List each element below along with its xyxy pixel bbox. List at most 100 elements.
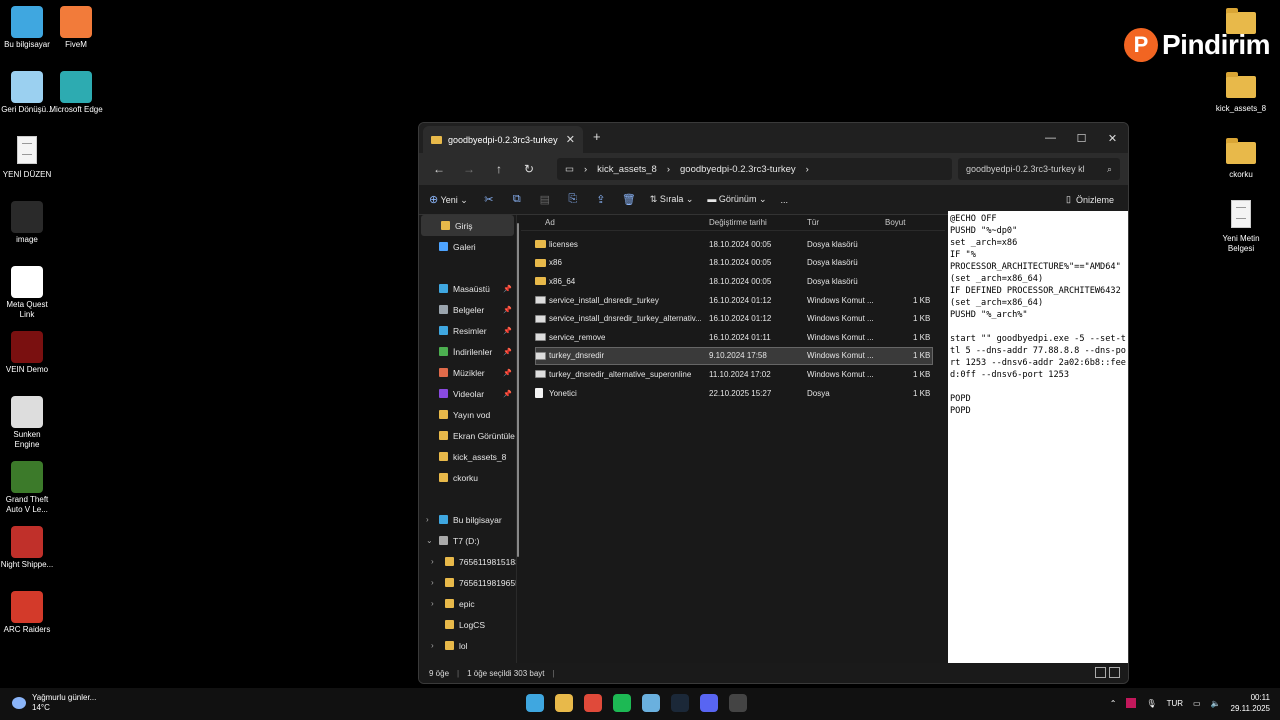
sidebar-item[interactable]: › lol: [419, 635, 516, 656]
column-size[interactable]: Boyut: [885, 218, 905, 227]
preview-pane-button[interactable]: ▯ Önizleme: [1066, 194, 1114, 205]
pin-icon[interactable]: 📌: [503, 306, 512, 314]
pin-icon[interactable]: 📌: [503, 390, 512, 398]
chevron-icon[interactable]: ›: [431, 578, 434, 587]
sidebar-item[interactable]: kick_assets_8: [419, 446, 516, 467]
file-row[interactable]: service_remove 16.10.2024 01:11 Windows Ko…: [521, 328, 945, 347]
search-input[interactable]: goodbyedpi-0.2.3rc3-turkey kl ⌕: [958, 158, 1120, 180]
discord-icon[interactable]: [700, 694, 718, 712]
back-button[interactable]: ←: [427, 162, 451, 176]
start-icon[interactable]: [526, 694, 544, 712]
file-row[interactable]: x86 18.10.2024 00:05 Dosya klasörü: [521, 254, 945, 273]
settings-app-icon[interactable]: [642, 694, 660, 712]
sidebar-item[interactable]: LogCS: [419, 614, 516, 635]
refresh-button[interactable]: ↻: [517, 162, 541, 176]
desktop-shortcut[interactable]: Geri Dönüşü...: [0, 71, 54, 115]
desktop-shortcut[interactable]: Grand Theft Auto V Le...: [0, 461, 54, 515]
file-row[interactable]: service_install_dnsredir_turkey 16.10.202…: [521, 291, 945, 310]
desktop-shortcut[interactable]: ARC Raiders: [0, 591, 54, 635]
sidebar-item[interactable]: ckorku: [419, 467, 516, 488]
chevron-icon[interactable]: ›: [431, 599, 434, 608]
chevron-icon[interactable]: ›: [431, 557, 434, 566]
sidebar-item[interactable]: Galeri: [419, 236, 516, 257]
delete-icon[interactable]: 🗑: [622, 193, 636, 206]
pin-icon[interactable]: 📌: [503, 327, 512, 335]
weather-widget[interactable]: Yağmurlu günler... 14°C: [12, 693, 96, 713]
file-explorer-icon[interactable]: [555, 694, 573, 712]
microphone-icon[interactable]: 🎙: [1146, 699, 1156, 708]
tab-current[interactable]: goodbyedpi-0.2.3rc3-turkey ✕: [423, 126, 583, 153]
sidebar-item[interactable]: Videolar 📌: [419, 383, 516, 404]
column-type[interactable]: Tür: [807, 218, 819, 227]
clock[interactable]: 00:11 29.11.2025: [1231, 692, 1270, 714]
copy-icon[interactable]: ⧉: [510, 193, 524, 206]
close-tab-icon[interactable]: ✕: [566, 133, 575, 146]
column-date[interactable]: Değiştirme tarihi: [709, 218, 767, 227]
network-icon[interactable]: ▭: [1193, 699, 1201, 708]
file-row[interactable]: x86_64 18.10.2024 00:05 Dosya klasörü: [521, 272, 945, 291]
chevron-up-icon[interactable]: ⌃: [1110, 699, 1117, 708]
desktop-shortcut[interactable]: Bu bilgisayar: [0, 6, 54, 50]
file-row[interactable]: turkey_dnsredir_alternative_superonline 1…: [521, 365, 945, 384]
column-name[interactable]: Ad: [545, 218, 555, 227]
more-options-button[interactable]: ...: [781, 195, 789, 205]
sidebar-item[interactable]: › epic: [419, 593, 516, 614]
sidebar-item[interactable]: Belgeler 📌: [419, 299, 516, 320]
desktop-shortcut[interactable]: VEIN Demo: [0, 331, 54, 375]
sidebar-item[interactable]: Yayın vod: [419, 404, 516, 425]
details-view-button[interactable]: [1095, 667, 1106, 678]
sidebar-item[interactable]: ⌄ T7 (D:): [419, 530, 516, 551]
chevron-icon[interactable]: ›: [426, 515, 429, 524]
address-bar[interactable]: ▭ › kick_assets_8 › goodbyedpi-0.2.3rc3-…: [557, 158, 952, 180]
tiles-view-button[interactable]: [1109, 667, 1120, 678]
desktop-shortcut[interactable]: YENİ DÜZEN: [0, 136, 54, 180]
desktop-shortcut[interactable]: Sunken Engine: [0, 396, 54, 450]
view-button[interactable]: ▬ Görünüm ⌄: [707, 194, 766, 205]
desktop-shortcut[interactable]: Yeni Metin Belgesi: [1214, 200, 1268, 254]
language-indicator[interactable]: TUR: [1167, 699, 1183, 708]
file-row[interactable]: service_install_dnsredir_turkey_alternat…: [521, 309, 945, 328]
paste-icon[interactable]: ▤: [538, 193, 552, 206]
file-row[interactable]: turkey_dnsredir 9.10.2024 17:58 Windows Ko…: [535, 346, 933, 366]
sidebar-item[interactable]: İndirilenler 📌: [419, 341, 516, 362]
minimize-button[interactable]: —: [1035, 123, 1066, 153]
sidebar-item[interactable]: Giriş: [421, 215, 514, 236]
desktop-shortcut[interactable]: Night Shippe...: [0, 526, 54, 570]
navigation-scrollbar[interactable]: [517, 223, 519, 557]
pin-icon[interactable]: 📌: [503, 348, 512, 356]
steam-icon[interactable]: [671, 694, 689, 712]
cut-icon[interactable]: ✂: [482, 193, 496, 206]
breadcrumb-item[interactable]: kick_assets_8: [597, 164, 657, 175]
desktop-shortcut[interactable]: ckorku: [1214, 136, 1268, 180]
new-button[interactable]: ⊕ Yeni ⌄: [429, 193, 468, 206]
pin-icon[interactable]: 📌: [503, 285, 512, 293]
desktop-shortcut[interactable]: FiveM: [49, 6, 103, 50]
sidebar-item[interactable]: Resimler 📌: [419, 320, 516, 341]
desktop-shortcut[interactable]: Microsoft Edge: [49, 71, 103, 115]
spotify-icon[interactable]: [613, 694, 631, 712]
maximize-button[interactable]: ☐: [1066, 123, 1097, 153]
sidebar-item[interactable]: › 7656119815183: [419, 551, 516, 572]
chevron-icon[interactable]: ›: [431, 641, 434, 650]
desktop-shortcut[interactable]: image: [0, 201, 54, 245]
rename-icon[interactable]: ⎘: [566, 193, 580, 206]
chrome-icon[interactable]: [584, 694, 602, 712]
tray-app-icon[interactable]: [1126, 698, 1137, 708]
breadcrumb-item[interactable]: goodbyedpi-0.2.3rc3-turkey: [680, 164, 796, 175]
close-window-button[interactable]: ✕: [1097, 123, 1128, 153]
desktop-shortcut[interactable]: Meta Quest Link: [0, 266, 54, 320]
desktop-shortcut[interactable]: kick_assets_8: [1214, 70, 1268, 114]
pin-icon[interactable]: 📌: [503, 369, 512, 377]
volume-icon[interactable]: 🔈: [1211, 699, 1221, 708]
file-row[interactable]: licenses 18.10.2024 00:05 Dosya klasörü: [521, 235, 945, 254]
sort-button[interactable]: ⇅ Sırala ⌄: [650, 194, 694, 205]
chevron-icon[interactable]: ⌄: [426, 536, 433, 545]
sidebar-item[interactable]: Masaüstü 📌: [419, 278, 516, 299]
forward-button[interactable]: →: [457, 162, 481, 176]
up-button[interactable]: ↑: [487, 162, 511, 176]
sidebar-item[interactable]: Ekran Görüntüle: [419, 425, 516, 446]
file-row[interactable]: Yonetici 22.10.2025 15:27 Dosya 1 KB: [521, 384, 945, 403]
sidebar-item[interactable]: › 7656119819655: [419, 572, 516, 593]
sidebar-item[interactable]: Müzikler 📌: [419, 362, 516, 383]
share-icon[interactable]: ⇪: [594, 193, 608, 206]
